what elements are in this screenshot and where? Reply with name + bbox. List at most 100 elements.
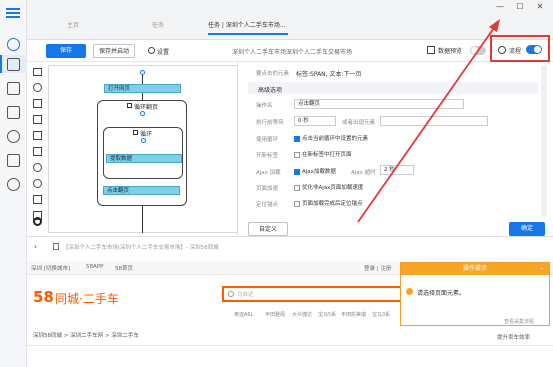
flow-label: 流程	[509, 48, 522, 55]
task-title: 深圳个人二手车市场深圳个人二手车交易市场	[232, 49, 353, 56]
op-name-label: 操作名	[256, 103, 273, 109]
page-speed-label: 页面加速	[256, 186, 279, 192]
popup-link[interactable]: 查看采集流程	[504, 318, 534, 325]
node-click-page[interactable]: 点击翻页	[103, 186, 180, 195]
flow-canvas: 打开网页 循环翻页 循环 提取数据 点击翻页	[48, 65, 238, 233]
gear-icon[interactable]	[148, 47, 155, 54]
wait-select[interactable]: 0 秒	[294, 116, 336, 126]
tab-current-task[interactable]: 任务 | 深圳个人二手车市场...	[208, 20, 286, 29]
anchor-text: 页面加载完成后定位锚点	[302, 201, 363, 207]
current-element-value: 标签:SPAN, 文本:下一页	[296, 71, 362, 78]
promote-link[interactable]: 提升卖车效率	[497, 333, 530, 341]
hot-word[interactable]: 奥迪A6L	[234, 311, 253, 318]
info-icon	[406, 288, 413, 295]
tab-tasks[interactable]: 任务	[152, 20, 164, 29]
custom-button[interactable]: 自定义	[248, 222, 288, 236]
home-link[interactable]: 58首页	[115, 264, 133, 272]
search-icon	[228, 291, 234, 297]
operation-tip-popup: 操作提示 – 请选择页面元素。 查看采集流程	[400, 262, 550, 326]
new-tab-text: 在新标签中打开页面	[302, 152, 352, 158]
tab-underline	[208, 33, 288, 35]
loop-click-label: 使用循环	[256, 137, 279, 143]
hot-word[interactable]: 大众捷达	[292, 311, 312, 318]
loop-click-checkbox[interactable]	[294, 135, 300, 142]
tool-switch-icon[interactable]	[33, 147, 42, 156]
browser-address[interactable]: 【深圳个人二手车市场|深圳个人二手车交易市场】- 深圳58同城	[63, 243, 219, 251]
maximize-button[interactable]: ☐	[513, 2, 527, 14]
menu-icon[interactable]	[6, 8, 20, 18]
add-task-icon[interactable]	[7, 38, 20, 51]
tool-branch-icon[interactable]	[33, 195, 42, 204]
tool-click-icon[interactable]	[33, 83, 42, 92]
confirm-button[interactable]: 确定	[509, 222, 545, 236]
new-tab-label: 开新标签	[256, 153, 279, 159]
advanced-section-title: 高级选项	[258, 87, 283, 94]
loop-page-label[interactable]: 循环翻页	[134, 102, 158, 111]
logo-number: 58	[33, 288, 54, 306]
app-link[interactable]: 58APP	[86, 264, 103, 270]
popup-message: 请选择页面元素。	[417, 290, 466, 297]
login-link[interactable]: 登录 | 注册	[364, 264, 391, 272]
ajax-text: Ajax加载数据	[302, 169, 336, 175]
anchor-row: 页面加载完成后定位锚点	[294, 199, 363, 207]
page-speed-text: 优化非Ajax页面加载速度	[302, 185, 364, 191]
ajax-checkbox[interactable]	[294, 168, 300, 175]
doc-icon[interactable]	[7, 58, 20, 71]
loop-box: 循环 提取数据	[103, 127, 183, 179]
tab-home[interactable]: 主页	[67, 20, 79, 29]
popup-close-icon[interactable]: –	[540, 264, 544, 272]
loop-label[interactable]: 循环	[140, 129, 152, 138]
node-open-page[interactable]: 打开网页	[104, 84, 181, 93]
logo-text: 同城·二手车	[55, 292, 119, 306]
tool-end-icon[interactable]	[33, 217, 42, 226]
help-icon[interactable]	[7, 178, 20, 191]
tool-input-icon[interactable]	[33, 115, 42, 124]
wait-label: 执行前等待	[256, 120, 284, 126]
clock-icon[interactable]	[7, 130, 20, 143]
lock-icon[interactable]	[7, 106, 20, 119]
loop-marker	[140, 111, 145, 116]
popup-title: 操作提示	[462, 265, 487, 272]
loop-inner-icon	[133, 130, 138, 135]
hot-word[interactable]: 宝马5系	[318, 311, 336, 318]
hot-word[interactable]: 丰田雅阁	[265, 311, 285, 318]
page-speed-row: 优化非Ajax页面加载速度	[294, 183, 363, 191]
browser-back-icon[interactable]: ‹	[34, 242, 37, 251]
loop-inner-marker	[141, 138, 146, 143]
search-box[interactable]: 马自达	[222, 286, 407, 302]
anchor-checkbox[interactable]	[294, 200, 300, 207]
tool-extract-icon[interactable]	[33, 99, 42, 108]
tool-verify-icon[interactable]	[33, 131, 42, 140]
tool-loop-icon[interactable]	[33, 179, 42, 188]
hot-word[interactable]: 丰田凯美瑞	[341, 311, 366, 318]
ajax-row: Ajax加载数据	[294, 167, 336, 175]
message-icon[interactable]	[7, 154, 20, 167]
tool-mouse-icon[interactable]	[33, 163, 42, 172]
divider	[27, 345, 553, 346]
current-element-label: 要点击的元素	[256, 71, 290, 77]
save-button[interactable]: 保存	[46, 44, 86, 58]
node-extract-data[interactable]: 提取数据	[106, 154, 182, 163]
ajax-label: Ajax 加载	[256, 170, 281, 176]
close-button[interactable]: ✕	[533, 2, 547, 14]
search-placeholder: 马自达	[237, 292, 254, 298]
new-tab-checkbox[interactable]	[294, 151, 300, 158]
settings-panel: 要点击的元素 标签:SPAN, 文本:下一页 高级选项 操作名 点击翻页 执行前…	[238, 19, 553, 236]
page-icon	[53, 243, 59, 250]
flow-toggle[interactable]	[526, 45, 542, 54]
cloud-icon[interactable]	[7, 82, 20, 95]
save-and-start-button[interactable]: 保存并启动	[93, 44, 135, 58]
left-rail	[0, 0, 27, 367]
popup-header: 操作提示	[401, 263, 549, 275]
new-tab-row: 在新标签中打开页面	[294, 150, 352, 158]
city-switch[interactable]: 深圳 [切换城市]	[31, 264, 70, 272]
anchor-label: 定位锚点	[256, 202, 279, 208]
breadcrumb[interactable]: 深圳58同城 > 深圳二手车网 > 深圳二手车	[33, 331, 139, 339]
hot-word[interactable]: 宝马3系	[372, 311, 390, 318]
minimize-button[interactable]: —	[493, 2, 507, 14]
page-speed-checkbox[interactable]	[294, 184, 300, 191]
settings-scrollbar[interactable]	[541, 66, 547, 216]
settings-button[interactable]: 设置	[157, 47, 169, 56]
annotation-arrow	[357, 19, 500, 223]
tool-open-icon[interactable]	[33, 68, 42, 76]
